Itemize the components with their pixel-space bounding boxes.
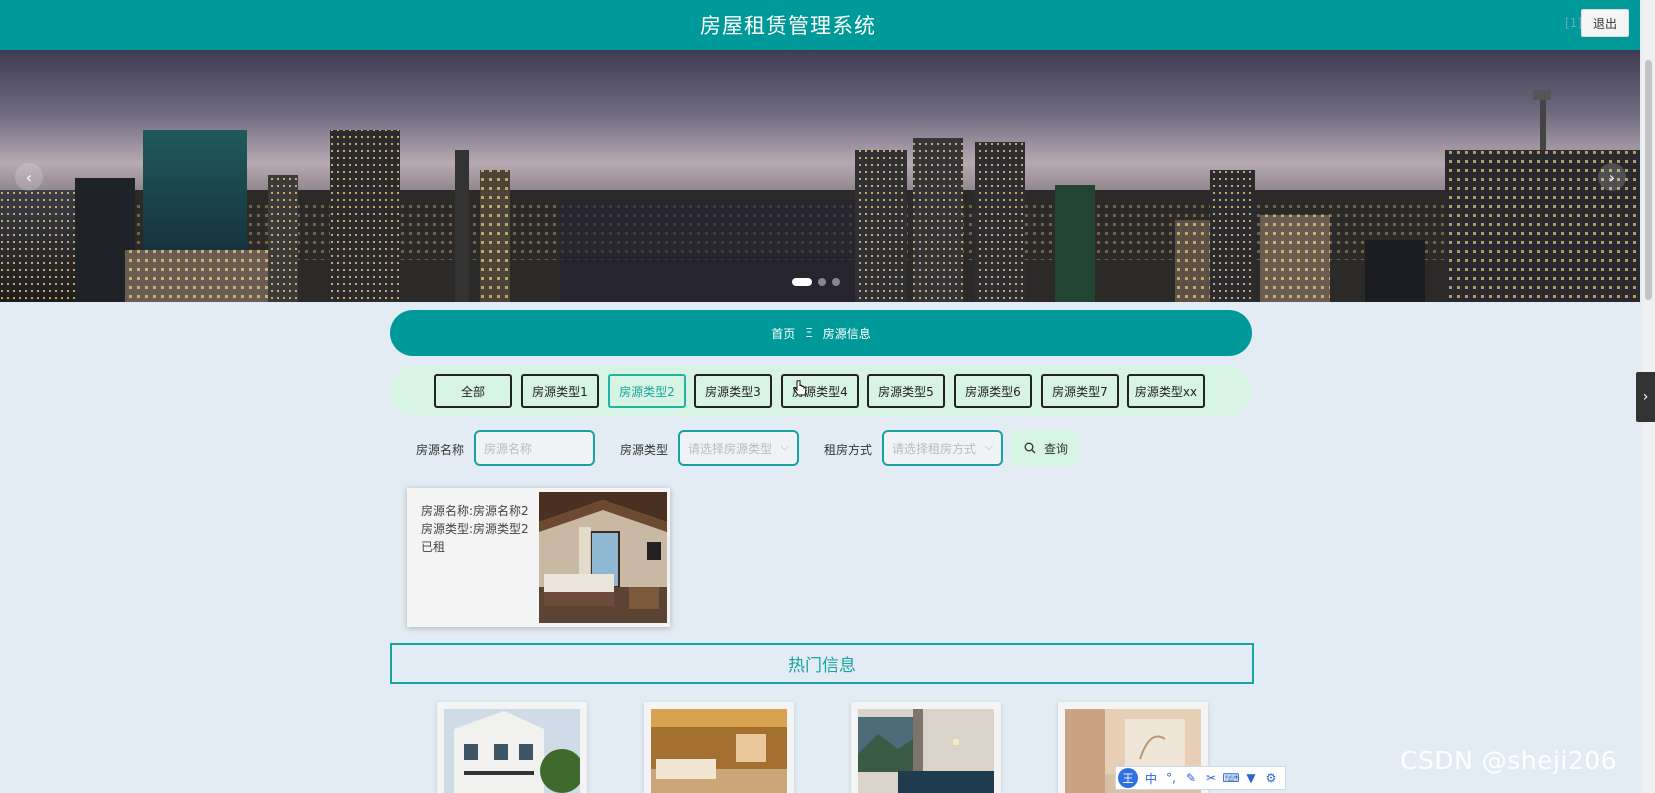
mode-select-placeholder: 请选择租房方式 xyxy=(892,441,977,456)
scrollbar-thumb[interactable] xyxy=(1645,60,1652,300)
bedroom-image xyxy=(539,492,667,623)
breadcrumb: 首页 Ξ 房源信息 xyxy=(390,310,1252,356)
carousel-dot[interactable] xyxy=(832,278,840,286)
type-filter-1[interactable]: 房源类型1 xyxy=(521,374,599,408)
hot-item[interactable] xyxy=(644,702,794,793)
gear-icon[interactable]: ⚙ xyxy=(1264,771,1278,785)
query-button-label: 查询 xyxy=(1043,441,1068,456)
watermark-text: CSDN @sheji206 xyxy=(1400,746,1618,775)
banner-carousel: ‹ › xyxy=(0,50,1640,302)
type-select-label: 房源类型 xyxy=(620,443,669,457)
punctuation-icon[interactable]: °, xyxy=(1164,771,1178,785)
city-skyline-image xyxy=(0,90,1640,302)
query-button[interactable]: 查询 xyxy=(1011,430,1081,466)
listing-card[interactable]: 房源名称:房源名称2 房源类型:房源类型2 已租 xyxy=(407,488,670,627)
type-filter-all[interactable]: 全部 xyxy=(434,374,512,408)
hot-item[interactable] xyxy=(851,702,1001,793)
carousel-prev-button[interactable]: ‹ xyxy=(15,163,43,191)
hot-item[interactable] xyxy=(437,702,587,793)
listing-photo[interactable] xyxy=(539,492,667,623)
breadcrumb-separator: Ξ xyxy=(805,326,813,340)
type-filter-3[interactable]: 房源类型3 xyxy=(694,374,772,408)
name-search-input[interactable]: 房源名称 xyxy=(474,430,595,466)
chevron-down-icon: ⌵ xyxy=(984,440,993,453)
hand-cursor-icon xyxy=(793,380,807,396)
listing-name: 房源名称:房源名称2 xyxy=(421,504,529,518)
type-filter-xx[interactable]: 房源类型xx xyxy=(1127,374,1205,408)
name-search-placeholder: 房源名称 xyxy=(484,441,533,456)
type-select-placeholder: 请选择房源类型 xyxy=(688,441,773,456)
mode-select-label: 租房方式 xyxy=(824,443,873,457)
type-filter-7[interactable]: 房源类型7 xyxy=(1041,374,1119,408)
name-search-label: 房源名称 xyxy=(416,443,465,457)
ime-logo[interactable]: 王 xyxy=(1118,768,1138,788)
type-select[interactable]: 请选择房源类型 ⌵ xyxy=(678,430,799,466)
hot-info-title: 热门信息 xyxy=(390,643,1254,684)
carousel-indicators xyxy=(792,278,840,286)
shirt-icon[interactable]: ▼ xyxy=(1244,771,1258,785)
top-header: 房屋租赁管理系统 [1] 退出 xyxy=(0,0,1640,50)
house-exterior-photo xyxy=(444,709,580,793)
breadcrumb-home[interactable]: 首页 xyxy=(771,325,795,342)
carousel-dot[interactable] xyxy=(792,278,812,286)
search-icon xyxy=(1024,442,1036,454)
user-indicator: [1] xyxy=(1565,16,1582,30)
keyboard-icon[interactable]: ⌨ xyxy=(1222,771,1239,785)
type-filter-bar: 全部 房源类型1 房源类型2 房源类型3 房源类型4 房源类型5 房源类型6 房… xyxy=(390,366,1252,416)
ime-toolbar: 王 中 °, ✎ ✂ ⌨ ▼ ⚙ xyxy=(1115,766,1286,790)
carousel-dot[interactable] xyxy=(818,278,826,286)
mode-select[interactable]: 请选择租房方式 ⌵ xyxy=(882,430,1003,466)
breadcrumb-current: 房源信息 xyxy=(822,326,871,341)
ime-mode-toggle[interactable]: 中 xyxy=(1144,770,1158,787)
hotel-room-photo xyxy=(858,709,994,793)
logout-button[interactable]: 退出 xyxy=(1581,9,1629,37)
pen-icon[interactable]: ✎ xyxy=(1184,771,1198,785)
listing-info: 房源名称:房源名称2 房源类型:房源类型2 已租 xyxy=(421,502,529,556)
listing-type: 房源类型:房源类型2 xyxy=(421,522,529,536)
scissors-icon[interactable]: ✂ xyxy=(1204,771,1218,785)
type-filter-2[interactable]: 房源类型2 xyxy=(608,374,686,408)
chevron-down-icon: ⌵ xyxy=(780,440,789,453)
type-filter-6[interactable]: 房源类型6 xyxy=(954,374,1032,408)
listing-status: 已租 xyxy=(421,540,446,554)
bedroom-photo xyxy=(651,709,787,793)
app-title: 房屋租赁管理系统 xyxy=(700,14,876,38)
type-filter-5[interactable]: 房源类型5 xyxy=(867,374,945,408)
side-panel-toggle[interactable]: › xyxy=(1636,372,1655,422)
carousel-next-button[interactable]: › xyxy=(1598,163,1626,191)
